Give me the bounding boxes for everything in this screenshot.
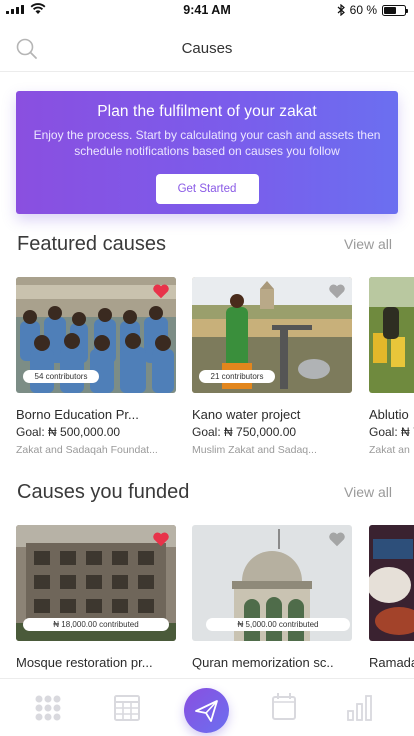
- get-started-button[interactable]: Get Started: [155, 174, 259, 204]
- cause-name: Borno Education Pr...: [16, 407, 139, 422]
- cause-name: Quran memorization sc..: [192, 655, 334, 670]
- cause-card-mosque-restoration[interactable]: ₦ 18,000.00 contributed Mosque restorati…: [16, 525, 176, 670]
- page-title: Causes: [181, 40, 233, 57]
- send-icon: [195, 700, 218, 722]
- funded-causes-list: ₦ 18,000.00 contributed Mosque restorati…: [16, 525, 414, 675]
- cause-organization: Muslim Zakat and Sadaq...: [192, 444, 317, 456]
- cause-card-ablution[interactable]: Ablutio Goal: ₦ 7 Zakat an: [369, 277, 414, 456]
- featured-view-all-link[interactable]: View all: [344, 236, 392, 252]
- app-header: Causes: [0, 22, 414, 72]
- cause-name: Ablutio: [369, 407, 409, 422]
- calendar-icon[interactable]: [268, 691, 300, 723]
- calendar-grid-icon[interactable]: [111, 691, 143, 723]
- contributors-badge: 21 contributors: [199, 370, 275, 383]
- bottom-navigation: [0, 678, 414, 736]
- cause-image: [369, 525, 414, 641]
- cause-card-ramadan[interactable]: Ramada: [369, 525, 414, 670]
- cause-image: ₦ 5,000.00 contributed: [192, 525, 352, 641]
- cause-goal: Goal: ₦ 500,000.00: [16, 425, 121, 439]
- bluetooth-icon: [337, 4, 345, 16]
- featured-causes-title: Featured causes: [17, 233, 166, 255]
- send-button[interactable]: [184, 688, 229, 733]
- contributed-badge: ₦ 5,000.00 contributed: [206, 618, 350, 631]
- favorite-heart-icon[interactable]: [328, 283, 346, 299]
- featured-causes-list: 54 contributors Borno Education Pr... Go…: [16, 277, 414, 477]
- cause-name: Mosque restoration pr...: [16, 655, 153, 670]
- cause-organization: Zakat and Sadaqah Foundat...: [16, 444, 158, 456]
- funded-view-all-link[interactable]: View all: [344, 484, 392, 500]
- cause-image: 54 contributors: [16, 277, 176, 393]
- cause-card-kano[interactable]: 21 contributors Kano water project Goal:…: [192, 277, 352, 456]
- cause-goal: Goal: ₦ 750,000.00: [192, 425, 297, 439]
- banner-title: Plan the fulfilment of your zakat: [97, 103, 317, 120]
- banner-description: Enjoy the process. Start by calculating …: [33, 128, 381, 158]
- battery-percent: 60 %: [349, 3, 377, 17]
- favorite-heart-icon[interactable]: [152, 283, 170, 299]
- cause-name: Ramada: [369, 655, 414, 670]
- favorite-heart-icon[interactable]: [152, 531, 170, 547]
- cause-organization: Zakat an: [369, 444, 410, 456]
- bar-chart-icon[interactable]: [344, 691, 376, 723]
- contributors-badge: 54 contributors: [23, 370, 99, 383]
- status-bar: 9:41 AM 60 %: [0, 0, 414, 22]
- cause-image: [369, 277, 414, 393]
- cause-image: 21 contributors: [192, 277, 352, 393]
- favorite-heart-icon[interactable]: [328, 531, 346, 547]
- battery-icon: [382, 4, 408, 16]
- cause-image: ₦ 18,000.00 contributed: [16, 525, 176, 641]
- cause-goal: Goal: ₦ 7: [369, 425, 414, 439]
- cause-card-borno[interactable]: 54 contributors Borno Education Pr... Go…: [16, 277, 176, 456]
- grid-icon[interactable]: [32, 691, 64, 723]
- contributed-badge: ₦ 18,000.00 contributed: [23, 618, 169, 631]
- funded-causes-title: Causes you funded: [17, 481, 190, 503]
- cause-card-quran-memorization[interactable]: ₦ 5,000.00 contributed Quran memorizatio…: [192, 525, 352, 670]
- cause-name: Kano water project: [192, 407, 301, 422]
- zakat-banner: Plan the fulfilment of your zakat Enjoy …: [16, 91, 398, 214]
